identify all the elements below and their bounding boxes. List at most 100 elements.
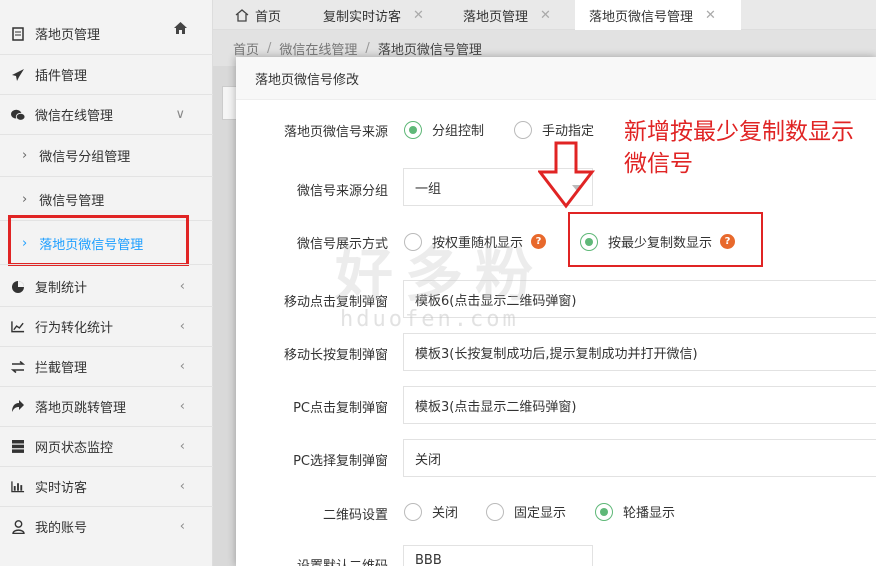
tab-label: 落地页管理 [463,9,529,25]
divider [0,264,213,265]
sidebar-item-wechat-accounts[interactable]: › 微信号管理 [0,190,213,209]
tab-landing-wechat[interactable]: 落地页微信号管理 ✕ [575,0,741,30]
paper-plane-icon [11,68,25,82]
annotation-line: 新增按最少复制数显示 [624,119,854,145]
qr-radio-fixed[interactable]: 固定显示 [486,502,566,521]
tab-label: 首页 [255,9,282,25]
sidebar-item-label: 落地页管理 [35,28,101,43]
sidebar-item-label: 网页状态监控 [35,441,114,456]
sidebar-item-label: 复制统计 [35,281,88,296]
annotation-line: 微信号 [624,151,693,177]
sidebar-item-copy-stats[interactable]: 复制统计 ‹ [0,277,213,296]
sidebar-item-label: 落地页跳转管理 [35,401,127,416]
group-label: 微信号来源分组 [296,184,388,199]
breadcrumb-separator: / [365,40,370,56]
highlight-box [568,212,763,267]
radio-checked [595,502,613,521]
wechat-icon [11,108,25,122]
qr-radio-off[interactable]: 关闭 [404,502,458,521]
document-icon [11,26,25,41]
user-icon [11,519,25,534]
sidebar-item-label: 微信号分组管理 [39,150,131,165]
sidebar-item-my-account[interactable]: 我的账号 ‹ [0,517,213,536]
tab-home[interactable]: 首页 [235,0,281,30]
default-qr-select[interactable]: BBB [403,545,593,566]
breadcrumb-home[interactable]: 首页 [233,39,259,58]
bar-chart-icon [11,480,25,494]
tab-label: 复制实时访客 [323,9,402,25]
select-value: 一组 [415,181,442,197]
pc-click-select[interactable]: 模板3(点击显示二维码弹窗) [403,386,876,424]
mobile-long-label: 移动长按复制弹窗 [283,348,388,363]
exchange-icon [11,360,25,374]
sidebar: 落地页管理 插件管理 微信在线管理 ∨ › 微信号分组管理 › 微信号管理 › … [0,0,213,566]
sidebar-item-live-visitors[interactable]: 实时访客 ‹ [0,477,213,496]
sidebar-item-label: 我的账号 [35,521,88,536]
select-value: 关闭 [415,452,442,468]
sidebar-item-wechat-groups[interactable]: › 微信号分组管理 [0,146,213,165]
sidebar-item-label: 行为转化统计 [35,321,114,336]
sidebar-item-label: 拦截管理 [35,361,88,376]
sidebar-item-landing-pages[interactable]: 落地页管理 [0,22,213,43]
divider [0,306,213,307]
select-value: BBB [415,553,442,566]
divider [0,426,213,427]
select-value: 模板3(点击显示二维码弹窗) [415,399,577,415]
sidebar-item-label: 插件管理 [35,69,88,84]
radio-unchecked [404,502,422,521]
chevron-left-icon: ‹ [179,359,185,374]
select-value: 模板3(长按复制成功后,提示复制成功并打开微信) [415,346,698,362]
divider [0,386,213,387]
breadcrumb-separator: / [267,40,272,56]
sidebar-item-label: 微信号管理 [39,194,105,209]
divider [0,134,213,135]
line-chart-icon [11,320,25,334]
radio-label: 固定显示 [514,506,567,521]
pie-chart-icon [11,280,25,294]
close-icon[interactable]: ✕ [540,8,551,23]
tab-label: 落地页微信号管理 [589,9,694,25]
source-radio-manual[interactable]: 手动指定 [514,120,594,139]
divider [0,54,213,55]
highlight-box [8,215,189,266]
sidebar-item-plugins[interactable]: 插件管理 [0,65,213,84]
source-radio-group-control[interactable]: 分组控制 [404,120,484,139]
chevron-left-icon: ‹ [179,279,185,294]
tab-landing-pages[interactable]: 落地页管理 ✕ [463,0,551,30]
sidebar-item-conversion-stats[interactable]: 行为转化统计 ‹ [0,317,213,336]
divider [0,506,213,507]
share-icon [11,400,25,414]
sidebar-item-page-monitor[interactable]: 网页状态监控 ‹ [0,437,213,456]
sidebar-item-intercept[interactable]: 拦截管理 ‹ [0,357,213,376]
close-icon[interactable]: ✕ [705,8,716,23]
sidebar-item-wechat-online[interactable]: 微信在线管理 ∨ [0,105,213,124]
radio-label: 分组控制 [432,124,485,139]
home-outline-icon [235,8,249,22]
tab-copy-live-visitors[interactable]: 复制实时访客 ✕ [323,0,424,30]
tab-bar: 首页 复制实时访客 ✕ 落地页管理 ✕ 落地页微信号管理 ✕ [213,0,876,30]
chevron-left-icon: ‹ [179,319,185,334]
chevron-left-icon: ‹ [179,399,185,414]
divider [0,466,213,467]
sidebar-item-label: 微信在线管理 [35,109,114,124]
radio-checked [404,120,422,139]
watermark-url: hduofen.com [340,307,519,332]
home-icon[interactable] [174,22,187,38]
qr-radio-carousel[interactable]: 轮播显示 [595,502,675,521]
divider [0,176,213,177]
radio-unchecked [514,120,532,139]
pc-select-select[interactable]: 关闭 [403,439,876,477]
divider [0,94,213,95]
default-qr-label: 设置默认二维码 [228,555,388,566]
breadcrumb-current: 落地页微信号管理 [377,42,482,58]
modal-title: 落地页微信号修改 [236,57,876,100]
breadcrumb-level1[interactable]: 微信在线管理 [279,39,357,58]
sidebar-item-redirect[interactable]: 落地页跳转管理 ‹ [0,397,213,416]
divider [0,346,213,347]
pc-click-label: PC点击复制弹窗 [293,401,388,416]
chevron-left-icon: ‹ [179,519,185,534]
chevron-left-icon: ‹ [179,479,185,494]
close-icon[interactable]: ✕ [413,8,424,23]
mobile-long-select[interactable]: 模板3(长按复制成功后,提示复制成功并打开微信) [403,333,876,371]
watermark: 好多粉 [335,241,546,309]
